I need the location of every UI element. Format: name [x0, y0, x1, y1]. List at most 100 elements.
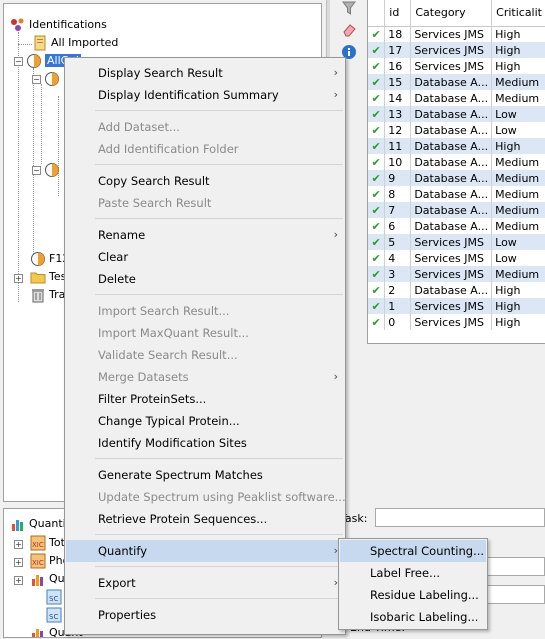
tree-node-tes[interactable]: Tes	[30, 268, 66, 286]
table-row[interactable]: ✔ 8 Database A... Medium	[368, 186, 545, 202]
column-header-id[interactable]: id	[384, 0, 412, 27]
quant-item-0[interactable]: XIC Tot	[30, 534, 65, 552]
cell-category: Services JMS	[410, 298, 493, 314]
collapse-icon[interactable]: −	[32, 166, 41, 175]
table-row[interactable]: ✔ 1 Services JMS High	[368, 298, 545, 314]
submenu-item-spectral-counting[interactable]: Spectral Counting...	[340, 540, 486, 562]
results-table-panel: id Category Criticalit ✔ 18 Services JMS Hi…	[367, 0, 545, 344]
dataset-icon	[26, 53, 42, 69]
menu-item-generate-spectrum-matches[interactable]: Generate Spectrum Matches	[66, 464, 344, 486]
menu-item-quantify[interactable]: Quantify ›	[66, 540, 344, 562]
menu-item-label: Filter ProteinSets...	[98, 392, 207, 406]
cell-category: Services JMS	[410, 234, 493, 250]
submenu-item-label-free[interactable]: Label Free...	[340, 562, 486, 584]
menu-item-export[interactable]: Export ›	[66, 572, 344, 594]
table-row[interactable]: ✔ 10 Database A... Medium	[368, 154, 545, 170]
table-row[interactable]: ✔ 11 Database A... High	[368, 138, 545, 154]
submenu-item-residue-labeling[interactable]: Residue Labeling...	[340, 584, 486, 606]
column-header-status[interactable]	[368, 0, 386, 27]
cell-id: 4	[384, 250, 412, 266]
menu-item-add-identification-folder[interactable]: Add Identification Folder	[66, 138, 344, 160]
menu-item-label: Delete	[98, 272, 136, 286]
menu-item-import-search-result[interactable]: Import Search Result...	[66, 300, 344, 322]
table-row[interactable]: ✔ 5 Services JMS Low	[368, 234, 545, 250]
cell-criticality: Medium	[491, 74, 545, 90]
table-row[interactable]: ✔ 2 Database A... High	[368, 282, 545, 298]
menu-item-merge-datasets[interactable]: Merge Datasets ›	[66, 366, 344, 388]
cell-id: 3	[384, 266, 412, 282]
expand-icon[interactable]: +	[14, 274, 23, 283]
menu-item-paste-search-result[interactable]: Paste Search Result	[66, 192, 344, 214]
menu-item-identify-modification-sites[interactable]: Identify Modification Sites	[66, 432, 344, 454]
menu-item-clear[interactable]: Clear	[66, 246, 344, 268]
collapse-icon[interactable]: −	[14, 57, 23, 66]
expand-icon[interactable]: +	[14, 576, 23, 585]
expand-icon[interactable]: +	[14, 558, 23, 567]
table-row[interactable]: ✔ 16 Services JMS High	[368, 58, 545, 74]
tree-node-all-imported[interactable]: All Imported	[32, 34, 118, 52]
quant-item-label: Tot	[49, 536, 65, 549]
table-row[interactable]: ✔ 18 Services JMS High	[368, 26, 545, 42]
table-row[interactable]: ✔ 15 Database A... Medium	[368, 74, 545, 90]
folder-icon	[30, 269, 46, 285]
table-row[interactable]: ✔ 3 Services JMS Medium	[368, 266, 545, 282]
menu-item-validate-search-result[interactable]: Validate Search Result...	[66, 344, 344, 366]
submenu-item-isobaric-labeling[interactable]: Isobaric Labeling...	[340, 606, 486, 628]
menu-item-rename[interactable]: Rename ›	[66, 224, 344, 246]
column-header-criticality[interactable]: Criticalit	[491, 0, 545, 27]
check-icon: ✔	[368, 218, 386, 234]
table-row[interactable]: ✔ 4 Services JMS Low	[368, 250, 545, 266]
cell-criticality: Medium	[491, 186, 545, 202]
cell-criticality: High	[491, 138, 545, 154]
cell-criticality: High	[491, 298, 545, 314]
tree-node-trash[interactable]: Tra	[30, 286, 65, 304]
table-row[interactable]: ✔ 13 Database A... Low	[368, 106, 545, 122]
cell-criticality: Low	[491, 122, 545, 138]
cell-id: 9	[384, 170, 412, 186]
task-field-2[interactable]	[480, 557, 545, 576]
expand-icon[interactable]: +	[14, 540, 23, 549]
task-field-3[interactable]	[480, 585, 545, 604]
task-field[interactable]	[375, 508, 545, 527]
table-row[interactable]: ✔ 17 Services JMS High	[368, 42, 545, 58]
menu-item-change-typical-protein[interactable]: Change Typical Protein...	[66, 410, 344, 432]
cell-id: 10	[384, 154, 412, 170]
menu-item-delete[interactable]: Delete	[66, 268, 344, 290]
table-row[interactable]: ✔ 6 Database A... Medium	[368, 218, 545, 234]
check-icon: ✔	[368, 202, 386, 218]
table-row[interactable]: ✔ 9 Database A... Medium	[368, 170, 545, 186]
cell-category: Services JMS	[410, 314, 493, 330]
menu-separator	[95, 164, 343, 165]
cell-category: Services JMS	[410, 42, 493, 58]
tree-root-label: Identifications	[29, 18, 107, 31]
filter-icon[interactable]	[341, 0, 357, 16]
tree-root-identifications[interactable]: Identifications	[10, 16, 107, 34]
menu-item-copy-search-result[interactable]: Copy Search Result	[66, 170, 344, 192]
table-row[interactable]: ✔ 12 Database A... Low	[368, 122, 545, 138]
column-header-category[interactable]: Category	[410, 0, 493, 27]
menu-item-update-spectrum-using-peaklist-software[interactable]: Update Spectrum using Peaklist software.…	[66, 486, 346, 508]
quant-item-2[interactable]: Qu	[30, 570, 65, 588]
menu-item-import-maxquant-result[interactable]: Import MaxQuant Result...	[66, 322, 344, 344]
check-icon: ✔	[368, 106, 386, 122]
table-row[interactable]: ✔ 14 Database A... Medium	[368, 90, 545, 106]
cell-id: 1	[384, 298, 412, 314]
tree-node-child-dataset[interactable]	[44, 70, 63, 88]
menu-item-add-dataset[interactable]: Add Dataset...	[66, 116, 344, 138]
tree-guide-line	[58, 96, 59, 196]
eraser-icon[interactable]	[341, 22, 357, 38]
cell-id: 17	[384, 42, 412, 58]
tree-node-child-dataset-2[interactable]	[44, 161, 63, 179]
menu-item-display-identification-summary[interactable]: Display Identification Summary ›	[66, 84, 344, 106]
menu-item-properties[interactable]: Properties	[66, 604, 344, 626]
menu-item-filter-proteinsets[interactable]: Filter ProteinSets...	[66, 388, 344, 410]
menu-item-display-search-result[interactable]: Display Search Result ›	[66, 62, 344, 84]
table-row[interactable]: ✔ 7 Database A... Medium	[368, 202, 545, 218]
table-row[interactable]: ✔ 0 Services JMS High	[368, 314, 545, 330]
collapse-icon[interactable]: −	[32, 75, 41, 84]
quant-tree-root[interactable]: Quanti	[10, 515, 66, 533]
cell-criticality: Medium	[491, 218, 545, 234]
document-icon	[32, 35, 48, 51]
menu-item-retrieve-protein-sequences[interactable]: Retrieve Protein Sequences...	[66, 508, 344, 530]
cell-criticality: Medium	[491, 90, 545, 106]
